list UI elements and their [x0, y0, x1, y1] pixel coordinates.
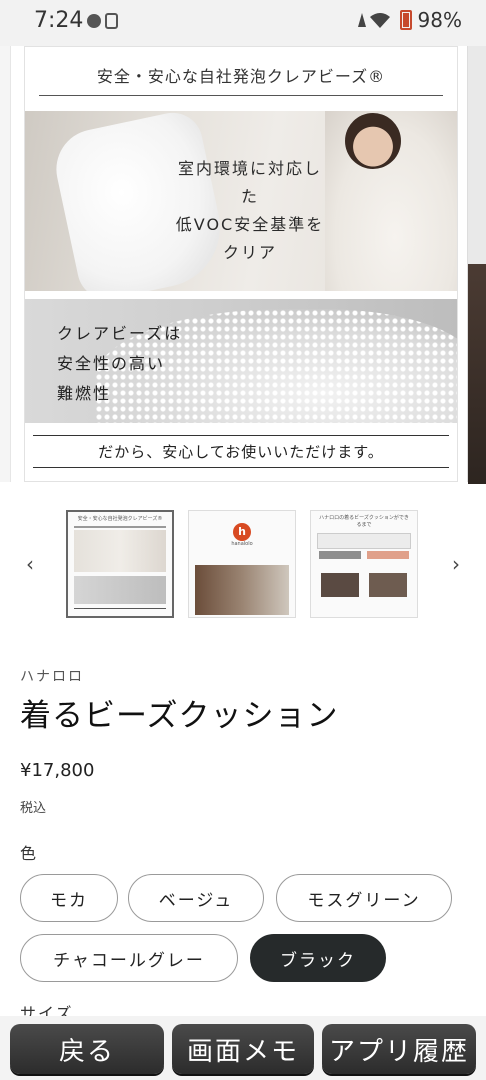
status-time: 7:24 — [34, 8, 84, 33]
status-right: 98% — [354, 8, 462, 32]
product-price: ¥17,800 — [20, 760, 95, 781]
back-button[interactable]: 戻る — [10, 1024, 164, 1074]
chevron-left-icon[interactable]: ‹ — [18, 552, 42, 576]
color-option-moss-green[interactable]: モスグリーン — [276, 874, 452, 922]
product-image-carousel[interactable]: 安全・安心な自社発泡クレアビーズ® 室内環境に対応した 低VOC安全基準を クリ… — [0, 46, 486, 494]
chevron-right-icon[interactable]: › — [444, 552, 468, 576]
caption-line: クレアビーズは — [57, 324, 183, 343]
photo2-caption: クレアビーズは 安全性の高い 難燃性 — [57, 319, 182, 409]
thumbnail-label: hanalolo — [231, 541, 253, 547]
battery-level: 98% — [417, 8, 462, 32]
hero-title: 安全・安心な自社発泡クレアビーズ® — [96, 67, 386, 86]
app-history-button[interactable]: アプリ履歴 — [322, 1024, 476, 1074]
person-head — [345, 113, 401, 169]
photo-pillow: 室内環境に対応した 低VOC安全基準を クリア — [25, 111, 457, 291]
color-option-mocha[interactable]: モカ — [20, 874, 118, 922]
photo1-caption: 室内環境に対応した 低VOC安全基準を クリア — [175, 155, 325, 267]
signal-wifi-icon — [357, 13, 390, 28]
caption-line: 室内環境に対応した — [177, 159, 322, 206]
app-notification-icon — [87, 13, 118, 29]
divider — [39, 95, 443, 96]
tax-note: 税込 — [20, 801, 47, 816]
color-option-black[interactable]: ブラック — [250, 934, 386, 982]
thumbnail-label: ハナロロの着るビーズクッションができるまで — [319, 515, 409, 528]
color-label: 色 — [20, 844, 37, 863]
notification-icons — [86, 12, 120, 34]
caption-line: 低VOC安全基準を — [175, 215, 325, 234]
color-option-beige[interactable]: ベージュ — [128, 874, 264, 922]
divider — [33, 435, 449, 436]
brand-logo-icon: h — [233, 523, 251, 541]
brand-name[interactable]: ハナロロ — [20, 666, 84, 686]
screen-memo-button[interactable]: 画面メモ — [172, 1024, 314, 1074]
previous-slide-peek — [0, 46, 11, 482]
divider — [33, 467, 449, 468]
next-slide-peek — [467, 46, 486, 484]
thumbnail-label: 安全・安心な自社発泡クレアビーズ® — [77, 516, 163, 522]
photo-beads: クレアビーズは 安全性の高い 難燃性 — [25, 299, 457, 423]
product-title: 着るビーズクッション — [20, 698, 339, 734]
thumbnail-strip: ‹ 安全・安心な自社発泡クレアビーズ® h hanalolo ハナロロの着るビー… — [0, 508, 486, 620]
status-bar: 7:24 98% — [0, 0, 486, 46]
hero-bottom-text: だから、安心してお使いいただけます。 — [98, 443, 384, 461]
thumbnail-2[interactable]: h hanalolo — [188, 510, 296, 618]
caption-line: 安全性の高い — [57, 354, 166, 373]
bottom-navigation: 戻る 画面メモ アプリ履歴 — [0, 1016, 486, 1080]
caption-line: クリア — [222, 243, 277, 262]
caption-line: 難燃性 — [57, 384, 112, 403]
thumbnail-3[interactable]: ハナロロの着るビーズクッションができるまで — [310, 510, 418, 618]
hero-image[interactable]: 安全・安心な自社発泡クレアビーズ® 室内環境に対応した 低VOC安全基準を クリ… — [24, 46, 458, 482]
thumbnail-1[interactable]: 安全・安心な自社発泡クレアビーズ® — [66, 510, 174, 618]
color-option-charcoal-gray[interactable]: チャコールグレー — [20, 934, 238, 982]
battery-icon — [399, 10, 412, 30]
